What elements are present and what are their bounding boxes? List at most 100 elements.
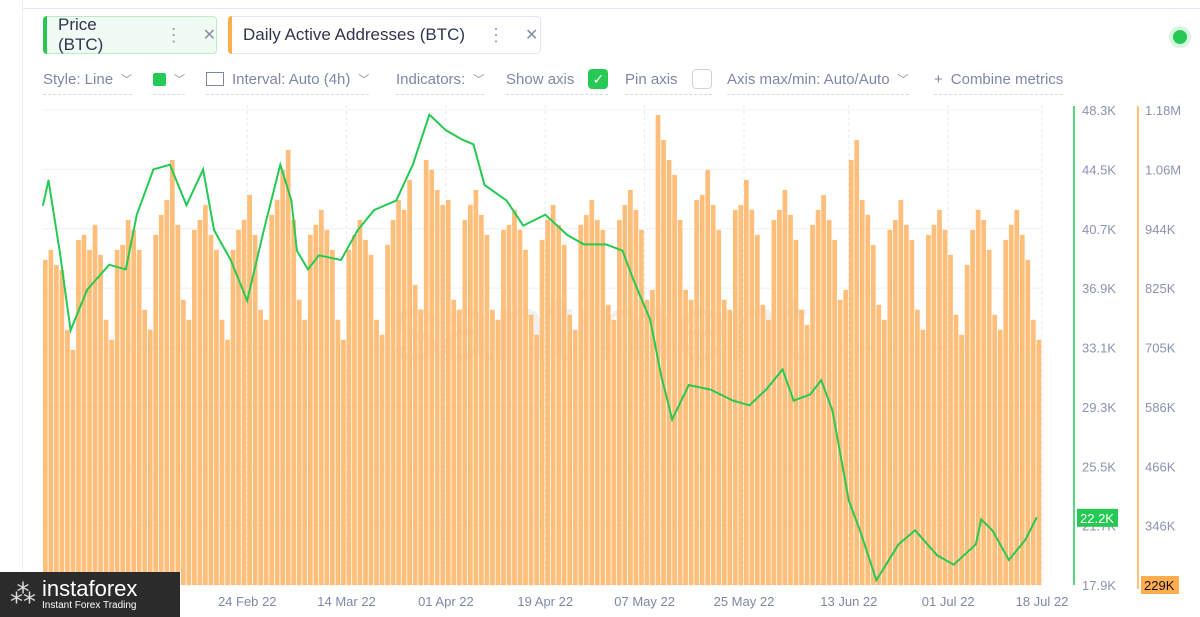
- x-tick-label: 19 Apr 22: [517, 594, 573, 609]
- dau-bar: [142, 309, 148, 585]
- x-tick-label: 24 Feb 22: [218, 594, 277, 609]
- dau-bar: [1030, 319, 1036, 585]
- dau-bar: [180, 299, 186, 585]
- dau-bar: [920, 329, 926, 585]
- dau-bar: [429, 169, 435, 586]
- dau-bar: [330, 249, 335, 585]
- dau-bar: [451, 299, 457, 585]
- price-point: [47, 179, 50, 182]
- dau-bar: [793, 239, 799, 586]
- dau-bar: [644, 299, 650, 585]
- dau-bar: [269, 214, 275, 585]
- dau-bar: [54, 264, 59, 585]
- price-point: [461, 138, 464, 141]
- dau-bar: [230, 249, 236, 585]
- x-tick-label: 01 Jul 22: [922, 594, 975, 609]
- dau-bar: [881, 319, 887, 585]
- dau-bar: [1019, 234, 1025, 585]
- dau-bar: [280, 169, 286, 586]
- price-point: [1035, 517, 1038, 519]
- price-point: [687, 384, 690, 386]
- dau-bar: [131, 229, 137, 585]
- price-point: [671, 418, 674, 421]
- dau-bar: [374, 319, 379, 585]
- dau-bar: [479, 214, 484, 585]
- dau-bar: [363, 239, 368, 586]
- dau-bar: [517, 229, 523, 585]
- price-y-tick-label: 25.5K: [1082, 459, 1116, 474]
- dau-bar: [379, 334, 385, 585]
- dau-bar: [136, 249, 142, 585]
- x-tick-label: 01 Apr 22: [418, 594, 474, 609]
- price-point: [859, 529, 861, 532]
- dau-bar: [970, 229, 975, 585]
- dau-bar: [247, 194, 252, 585]
- dau-bar: [567, 314, 573, 585]
- dau-bar: [291, 219, 297, 585]
- dau-bar: [357, 219, 363, 585]
- dau-bar: [98, 254, 103, 585]
- price-point: [152, 168, 155, 171]
- dau-bar: [876, 304, 882, 585]
- dau-bar: [981, 219, 987, 585]
- price-point: [505, 199, 508, 202]
- dau-bar: [766, 319, 771, 585]
- price-point: [262, 229, 265, 232]
- price-point: [660, 374, 662, 377]
- dau-bar: [335, 319, 341, 585]
- price-point: [991, 529, 994, 532]
- price-point: [42, 204, 44, 207]
- dau-bar: [782, 189, 788, 585]
- dau-bar: [915, 309, 920, 585]
- dau-bar: [396, 199, 401, 585]
- dau-bar: [716, 229, 722, 585]
- dau-bar: [743, 179, 749, 585]
- price-point: [831, 409, 834, 411]
- dau-y-tick-label: 586K: [1145, 400, 1176, 415]
- dau-bar: [197, 219, 203, 585]
- dau-bar: [43, 259, 48, 585]
- dau-bar: [705, 169, 711, 586]
- dau-bar: [324, 229, 330, 585]
- logo-icon: ⁂: [10, 579, 36, 609]
- dau-bar: [672, 174, 677, 586]
- dau-bar: [633, 209, 639, 586]
- dau-y-tick-label: 825K: [1145, 281, 1176, 296]
- dau-bar: [528, 314, 534, 585]
- chart[interactable]: santiment 24 Feb 22 14 Mar 22 01 Apr 22 19 …: [0, 0, 1200, 617]
- dau-bar: [175, 224, 181, 585]
- price-point: [395, 199, 398, 202]
- price-point: [58, 249, 61, 252]
- price-point: [875, 579, 878, 582]
- price-point: [848, 499, 850, 502]
- dau-bar: [843, 289, 849, 585]
- dau-bar: [617, 219, 622, 585]
- dau-bar: [937, 209, 942, 586]
- dau-bar: [523, 249, 528, 585]
- dau-bar: [931, 224, 937, 585]
- price-point: [566, 234, 569, 236]
- price-point: [246, 299, 249, 302]
- price-point: [290, 199, 293, 202]
- dau-bar: [307, 234, 313, 585]
- dau-bar: [125, 219, 131, 585]
- dau-y-tick-label: 705K: [1145, 341, 1176, 356]
- dau-bar: [534, 334, 539, 585]
- price-point: [605, 243, 607, 246]
- dau-bar: [81, 234, 87, 585]
- price-point: [897, 543, 900, 546]
- dau-bar: [153, 234, 159, 585]
- dau-bar: [401, 209, 407, 586]
- dau-bar: [114, 249, 120, 585]
- dau-bar: [59, 269, 65, 585]
- dau-bar: [804, 324, 810, 585]
- dau-bar: [456, 309, 462, 585]
- price-point: [279, 163, 282, 166]
- dau-bar: [440, 204, 446, 586]
- dau-bar: [169, 159, 175, 585]
- dau-bar: [628, 189, 633, 585]
- dau-bar: [70, 349, 76, 585]
- dau-bar: [799, 309, 804, 585]
- dau-bar: [192, 229, 197, 585]
- dau-bar: [578, 224, 584, 585]
